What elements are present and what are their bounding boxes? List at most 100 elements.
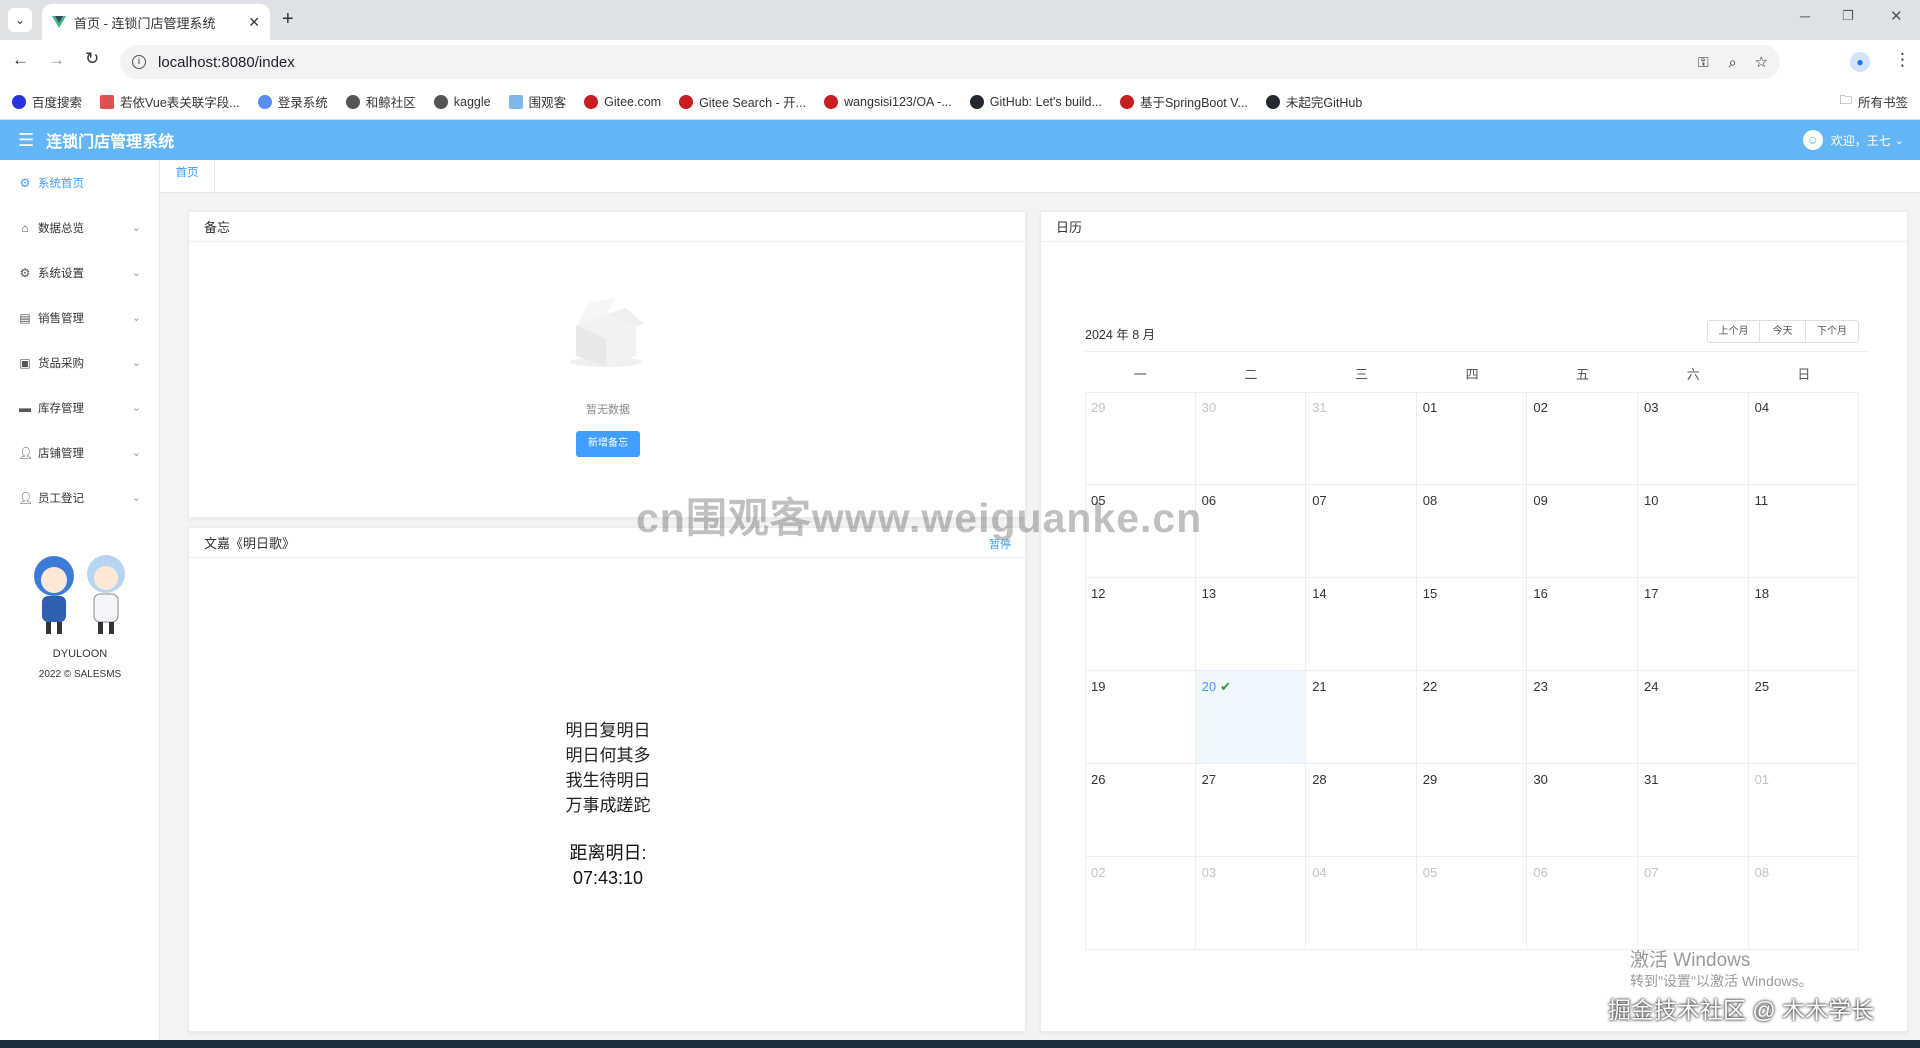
sidebar-item-settings[interactable]: ⚙ 系统设置 ⌄	[0, 250, 159, 295]
calendar-day-number: 01	[1422, 400, 1438, 415]
calendar-day-cell[interactable]: 30	[1195, 392, 1307, 485]
bookmark-springboot[interactable]: 基于SpringBoot V...	[1119, 92, 1248, 111]
calendar-day-cell[interactable]: 11	[1748, 485, 1860, 578]
bookmark-heywhale[interactable]: 和鲸社区	[345, 92, 416, 111]
sidebar-item-home[interactable]: ⚙ 系统首页	[0, 160, 159, 205]
user-avatar-icon[interactable]: ☺	[1802, 130, 1823, 150]
calendar-day-cell[interactable]: 03	[1638, 392, 1749, 485]
address-bar[interactable]: i localhost:8080/index ⚿ ⌕ ☆	[120, 45, 1780, 79]
welcome-text[interactable]: 欢迎，王七	[1831, 132, 1891, 149]
today-button[interactable]: 今天	[1760, 321, 1806, 342]
next-month-button[interactable]: 下个月	[1806, 321, 1858, 342]
tab-search-button[interactable]: ⌄	[8, 8, 32, 32]
sidebar-item-sales[interactable]: ▤ 销售管理 ⌄	[0, 295, 159, 340]
calendar-day-cell[interactable]: 10	[1638, 485, 1749, 578]
calendar-day-cell[interactable]: 23	[1527, 671, 1638, 764]
forward-arrow-icon[interactable]: →	[48, 50, 65, 70]
calendar-day-cell[interactable]: 21	[1306, 671, 1417, 764]
bookmark-gitee-search[interactable]: Gitee Search - 开...	[679, 92, 806, 111]
chevron-down-icon[interactable]: ⌄	[1895, 134, 1904, 147]
memo-card: 备忘 暂无数据 新增备忘	[188, 211, 1026, 518]
calendar-day-cell[interactable]: 22	[1416, 671, 1528, 764]
bookmark-github-2[interactable]: 未起完GitHub	[1265, 92, 1362, 111]
star-icon[interactable]: ☆	[1755, 53, 1768, 71]
close-icon[interactable]: ✕	[248, 14, 260, 31]
calendar-day-cell[interactable]: 13	[1195, 578, 1307, 671]
bookmark-kaggle[interactable]: kaggle	[433, 94, 491, 109]
calendar-day-number: 16	[1533, 586, 1548, 601]
sidebar-item-purchase[interactable]: ▣ 货品采购 ⌄	[0, 340, 159, 385]
calendar-day-cell[interactable]: 06	[1527, 857, 1638, 950]
calendar-day-cell[interactable]: 27	[1195, 764, 1307, 857]
new-tab-button[interactable]: +	[282, 8, 294, 31]
calendar-day-cell[interactable]: 03	[1195, 857, 1307, 950]
all-bookmarks[interactable]: 🗀 所有书签	[1839, 91, 1908, 112]
menu-dots-icon[interactable]: ⋮	[1894, 50, 1911, 70]
bookmark-weiguanke[interactable]: 围观客	[508, 92, 566, 111]
bookmark-wangsisi[interactable]: wangsisi123/OA -...	[824, 94, 952, 109]
calendar-day-cell[interactable]: 05	[1416, 857, 1528, 950]
calendar-day-cell[interactable]: 01	[1416, 392, 1528, 485]
calendar-day-cell[interactable]: 24	[1638, 671, 1749, 764]
hamburger-menu-icon[interactable]: ☰	[18, 130, 34, 151]
calendar-day-cell[interactable]: 09	[1527, 485, 1638, 578]
calendar-day-cell[interactable]: 07	[1306, 485, 1417, 578]
prev-month-button[interactable]: 上个月	[1708, 321, 1760, 342]
sidebar-item-overview[interactable]: ⌂ 数据总览 ⌄	[0, 205, 159, 250]
bookmark-github[interactable]: GitHub: Let's build...	[969, 94, 1102, 109]
zoom-icon[interactable]: ⌕	[1729, 54, 1737, 71]
calendar-day-cell[interactable]: 06	[1195, 485, 1307, 578]
chevron-down-icon: ⌄	[131, 492, 141, 504]
calendar-day-number: 08	[1422, 493, 1438, 508]
restore-button[interactable]: ❐	[1842, 8, 1854, 24]
calendar-day-cell[interactable]: 12	[1085, 578, 1196, 671]
bookmark-gitee[interactable]: Gitee.com	[584, 94, 661, 109]
tag-home[interactable]: 首页	[160, 160, 215, 193]
bookmark-login[interactable]: 登录系统	[257, 92, 328, 111]
calendar-day-cell[interactable]: 29	[1085, 392, 1196, 485]
calendar-day-number: 03	[1644, 400, 1659, 415]
reload-icon[interactable]: ↻	[85, 49, 99, 69]
calendar-day-cell[interactable]: 20 ✔	[1195, 671, 1307, 764]
profile-avatar-icon[interactable]: ●	[1850, 52, 1870, 72]
calendar-day-cell[interactable]: 07	[1638, 857, 1749, 950]
calendar-day-cell[interactable]: 14	[1306, 578, 1417, 671]
sidebar-item-inventory[interactable]: ▬ 库存管理 ⌄	[0, 385, 159, 430]
bookmark-baidu[interactable]: 百度搜索	[12, 92, 82, 111]
chevron-down-icon: ⌄	[131, 312, 141, 324]
browser-tab-active[interactable]: 首页 - 连锁门店管理系统 ✕	[42, 4, 270, 40]
calendar-day-cell[interactable]: 01	[1748, 764, 1860, 857]
back-arrow-icon[interactable]: ←	[12, 50, 29, 70]
bookmark-ruoyi[interactable]: 若依Vue表关联字段...	[100, 92, 240, 111]
calendar-day-cell[interactable]: 25	[1748, 671, 1860, 764]
calendar-day-cell[interactable]: 02	[1527, 392, 1638, 485]
add-memo-button[interactable]: 新增备忘	[576, 431, 640, 457]
calendar-day-cell[interactable]: 16	[1527, 578, 1638, 671]
calendar-day-cell[interactable]: 30	[1527, 764, 1638, 857]
calendar-day-cell[interactable]: 28	[1306, 764, 1417, 857]
calendar-day-cell[interactable]: 29	[1416, 764, 1528, 857]
calendar-day-cell[interactable]: 08	[1748, 857, 1860, 950]
calendar-day-cell[interactable]: 19	[1085, 671, 1196, 764]
copyright: 2022 © SALESMS	[38, 669, 122, 680]
globe-icon	[345, 94, 360, 109]
gear-icon: ⚙	[19, 265, 31, 280]
calendar-day-cell[interactable]: 04	[1748, 392, 1860, 485]
window-close-button[interactable]: ✕	[1890, 7, 1903, 25]
calendar-day-cell[interactable]: 31	[1638, 764, 1749, 857]
calendar-day-cell[interactable]: 02	[1085, 857, 1196, 950]
sidebar-item-employees[interactable]: 👤︎ 员工登记 ⌄	[0, 475, 159, 520]
url-text: localhost:8080/index	[158, 53, 295, 71]
sidebar-item-stores[interactable]: 👤︎ 店铺管理 ⌄	[0, 430, 159, 475]
calendar-day-cell[interactable]: 15	[1416, 578, 1528, 671]
calendar-day-cell[interactable]: 04	[1306, 857, 1417, 950]
calendar-day-cell[interactable]: 31	[1306, 392, 1417, 485]
calendar-day-number: 28	[1312, 772, 1327, 787]
calendar-day-cell[interactable]: 08	[1416, 485, 1528, 578]
key-icon[interactable]: ⚿	[1698, 54, 1709, 71]
minimize-button[interactable]: ─	[1800, 8, 1810, 24]
calendar-day-cell[interactable]: 26	[1085, 764, 1196, 857]
calendar-day-number: 30	[1533, 772, 1548, 787]
calendar-day-cell[interactable]: 17	[1638, 578, 1749, 671]
calendar-day-cell[interactable]: 18	[1748, 578, 1860, 671]
